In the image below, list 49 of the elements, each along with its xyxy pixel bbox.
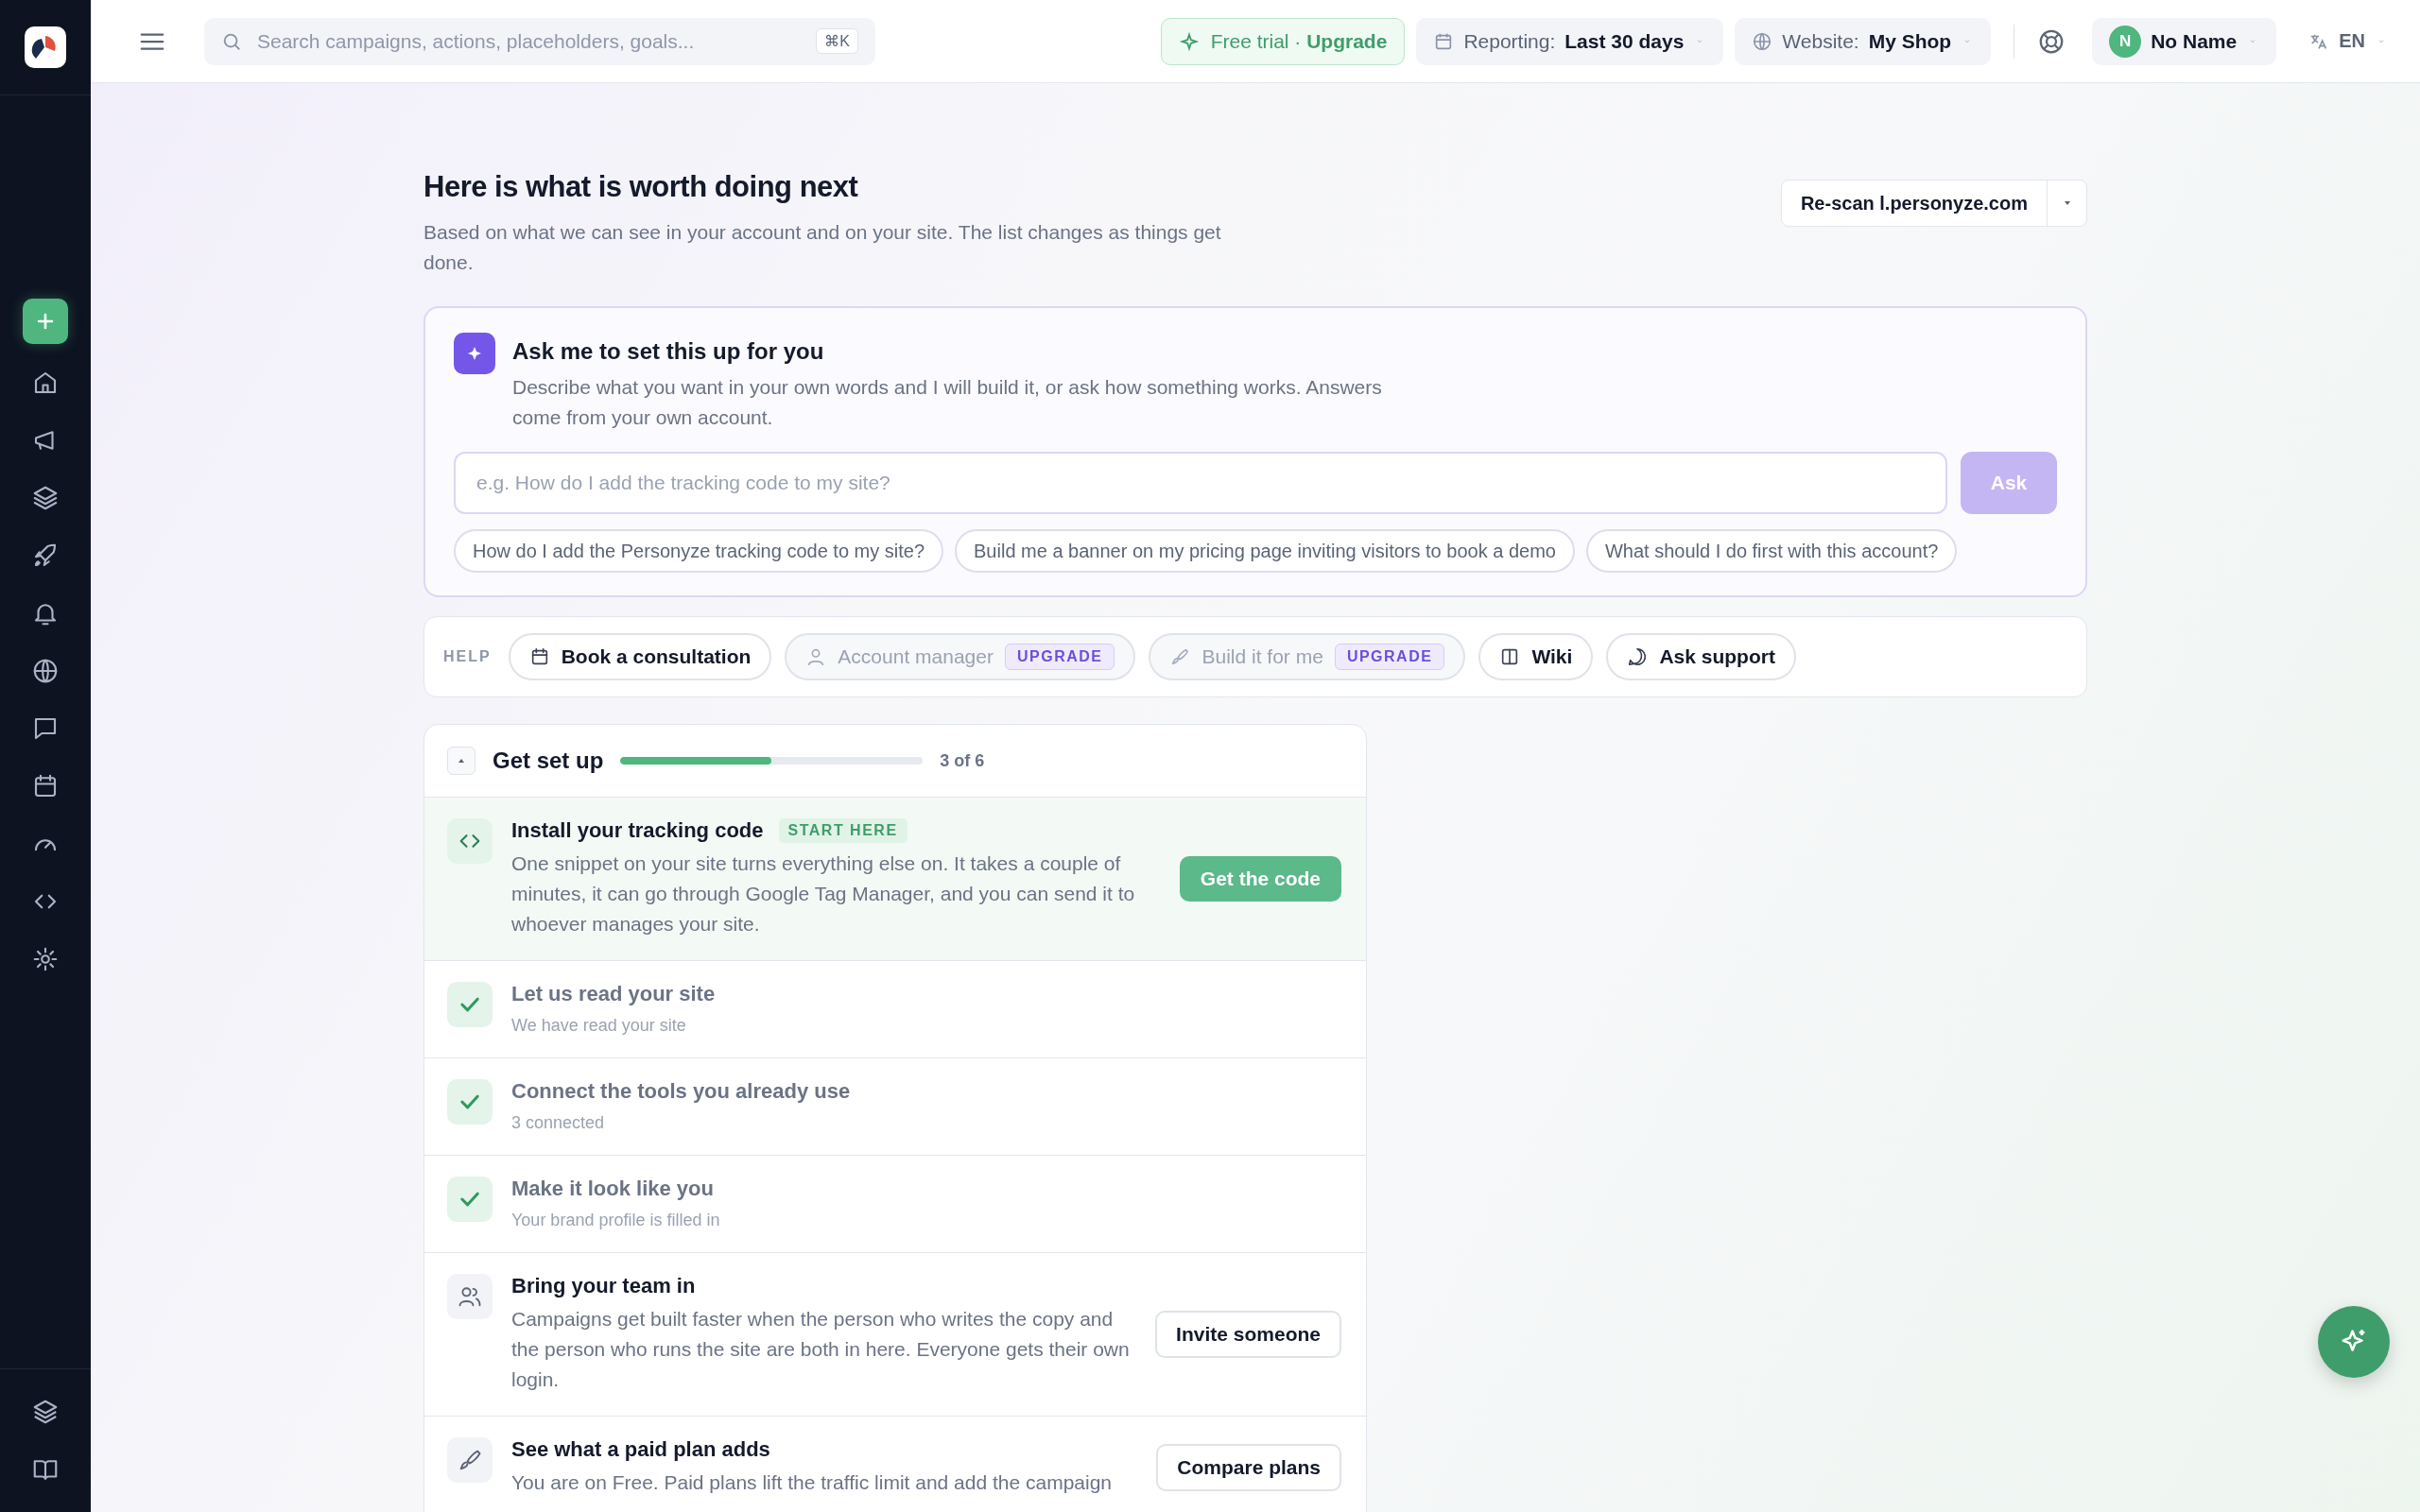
- globe-icon[interactable]: [31, 657, 60, 685]
- sparkle-icon: [454, 333, 495, 374]
- step-title: Install your tracking code: [511, 818, 764, 843]
- step-title: Let us read your site: [511, 982, 716, 1006]
- suggestion-chip[interactable]: What should I do first with this account?: [1585, 529, 1958, 573]
- step-description: We have read your site: [511, 1015, 687, 1037]
- website-dropdown[interactable]: Website: My Shop: [1735, 17, 1992, 65]
- step-title: Make it look like you: [511, 1177, 714, 1201]
- step-title: Connect the tools you already use: [511, 1079, 851, 1104]
- step-title: See what a paid plan adds: [511, 1437, 770, 1462]
- setup-title: Get set up: [493, 747, 604, 774]
- search-input[interactable]: Search campaigns, actions, placeholders, goals...: [255, 28, 804, 54]
- suggestion-chip[interactable]: How do I add the Personyze tracking code to my site?: [454, 529, 944, 573]
- upgrade-badge: UPGRADE: [1004, 644, 1115, 670]
- help-button[interactable]: Ask support: [1606, 633, 1796, 680]
- page-subtitle: Based on what we can see in your account and on your site. The list changes as things get done.: [424, 220, 1222, 275]
- brush-icon: [1169, 646, 1191, 667]
- progress-count: 3 of 6: [940, 750, 985, 771]
- page-title: Here is what is worth doing next: [424, 170, 859, 204]
- add-button[interactable]: [23, 299, 68, 344]
- upgrade-badge: UPGRADE: [1334, 644, 1445, 670]
- sparkle-icon: [1178, 30, 1200, 52]
- help-button[interactable]: Book a consultation: [508, 633, 772, 680]
- globe-icon: [1752, 30, 1773, 52]
- user-menu[interactable]: N No Name: [2092, 17, 2277, 65]
- assistant-description: Describe what you want in your own words and I will build it, or ask how something works. Answers come from your own account.: [512, 375, 1383, 430]
- language-dropdown[interactable]: EN: [2295, 30, 2401, 52]
- caret-icon: [2063, 199, 2071, 207]
- layers-icon[interactable]: [31, 484, 60, 512]
- question-field[interactable]: e.g. How do I add the tracking code to my site?: [454, 452, 1947, 514]
- step-description: You are on Free. Paid plans lift the traffic limit and add the campaign: [511, 1470, 1114, 1495]
- step-description: One snippet on your site turns everything else on. It takes a couple of minutes, it can go through Google Tag Manager, and you can send it to whoever manages your site.: [511, 851, 1136, 936]
- reporting-dropdown[interactable]: Reporting: Last 30 days: [1416, 17, 1724, 65]
- search-field[interactable]: Search campaigns, actions, placeholders, goals... ⌘K: [204, 17, 875, 65]
- start-badge: START HERE: [778, 818, 908, 843]
- help-label: HELP: [443, 648, 492, 665]
- step-button[interactable]: Invite someone: [1155, 1311, 1341, 1358]
- step-button[interactable]: Compare plans: [1156, 1444, 1341, 1491]
- assistant-button[interactable]: [2318, 1306, 2390, 1378]
- step-description: 3 connected: [511, 1112, 606, 1134]
- help-button[interactable]: Wiki: [1478, 633, 1594, 680]
- layers-icon[interactable]: [31, 1398, 60, 1426]
- suggestion-chip[interactable]: Build me a banner on my pricing page inviting visitors to book a demo: [955, 529, 1575, 573]
- step-description: Your brand profile is filled in: [511, 1210, 721, 1231]
- assistant-title: Ask me to set this up for you: [512, 338, 825, 365]
- caret-icon: [458, 757, 465, 765]
- step-title: Bring your team in: [511, 1274, 696, 1298]
- shortcut-hint: ⌘K: [816, 28, 858, 54]
- step-description: Campaigns get built faster when the person who writes the copy and the person who runs the site are both in here. Everyone gets their own login.: [511, 1307, 1131, 1392]
